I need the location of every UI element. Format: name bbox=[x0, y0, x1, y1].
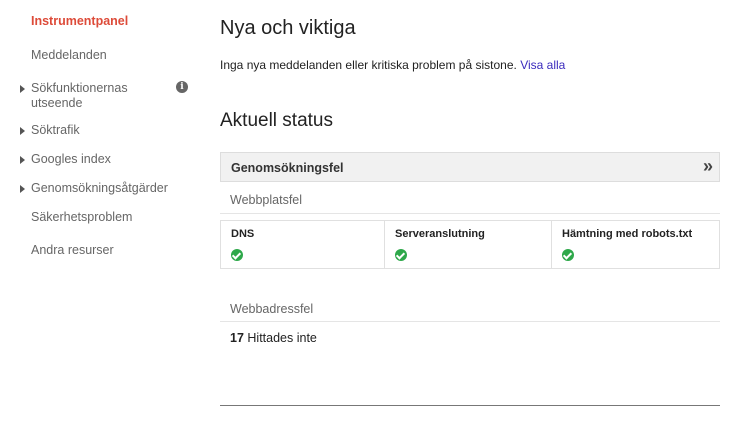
news-notice: Inga nya meddelanden eller kritiska prob… bbox=[220, 58, 565, 72]
expand-triangle-icon bbox=[20, 185, 25, 193]
expand-triangle-icon bbox=[20, 85, 25, 93]
check-circle-icon bbox=[231, 249, 243, 261]
check-circle-icon bbox=[562, 249, 574, 261]
not-found-count: 17 bbox=[230, 331, 244, 345]
sidebar-item-label: Meddelanden bbox=[31, 48, 107, 62]
sidebar-item-label: Instrumentpanel bbox=[31, 14, 129, 28]
sidebar-item-sokfunktionernas-utseende[interactable]: Sökfunktionernas utseende i bbox=[0, 81, 200, 111]
expand-triangle-icon bbox=[20, 156, 25, 164]
site-errors-label: Webbplatsfel bbox=[230, 193, 303, 207]
site-error-title: Serveranslutning bbox=[395, 228, 485, 240]
bottom-divider bbox=[220, 405, 720, 406]
sidebar-item-label: Andra resurser bbox=[31, 243, 114, 257]
crawl-errors-panel-header[interactable]: Genomsökningsfel » bbox=[220, 152, 720, 182]
sidebar-item-label: Säkerhetsproblem bbox=[31, 210, 133, 224]
sidebar-item-label: Söktrafik bbox=[31, 123, 80, 137]
sidebar-item-label: Googles index bbox=[31, 152, 111, 166]
divider bbox=[220, 213, 720, 214]
news-heading: Nya och viktiga bbox=[220, 17, 356, 39]
view-all-link[interactable]: Visa alla bbox=[520, 58, 565, 72]
site-error-robots[interactable]: Hämtning med robots.txt bbox=[552, 221, 719, 268]
site-error-server[interactable]: Serveranslutning bbox=[385, 221, 552, 268]
expand-triangle-icon bbox=[20, 127, 25, 135]
main-content: Nya och viktiga Inga nya meddelanden ell… bbox=[220, 0, 722, 430]
site-error-title: Hämtning med robots.txt bbox=[562, 228, 693, 240]
sidebar-item-label: Genomsökningsåtgärder bbox=[31, 181, 168, 195]
crawl-errors-title: Genomsökningsfel bbox=[231, 161, 344, 175]
url-errors-summary[interactable]: 17 Hittades inte bbox=[230, 331, 317, 345]
not-found-label: Hittades inte bbox=[247, 331, 317, 345]
sidebar-nav: Instrumentpanel Meddelanden Sökfunktione… bbox=[0, 0, 205, 430]
site-errors-grid: DNS Serveranslutning Hämtning med robots… bbox=[220, 220, 720, 269]
status-heading: Aktuell status bbox=[220, 110, 333, 131]
check-circle-icon bbox=[395, 249, 407, 261]
news-message: Inga nya meddelanden eller kritiska prob… bbox=[220, 58, 517, 72]
site-error-title: DNS bbox=[231, 228, 255, 240]
info-icon[interactable]: i bbox=[176, 81, 188, 93]
double-chevron-right-icon[interactable]: » bbox=[703, 156, 713, 177]
divider bbox=[220, 321, 720, 322]
url-errors-label: Webbadressfel bbox=[230, 302, 314, 316]
site-error-dns[interactable]: DNS bbox=[221, 221, 385, 268]
sidebar-item-label: Sökfunktionernas utseende bbox=[31, 81, 128, 110]
